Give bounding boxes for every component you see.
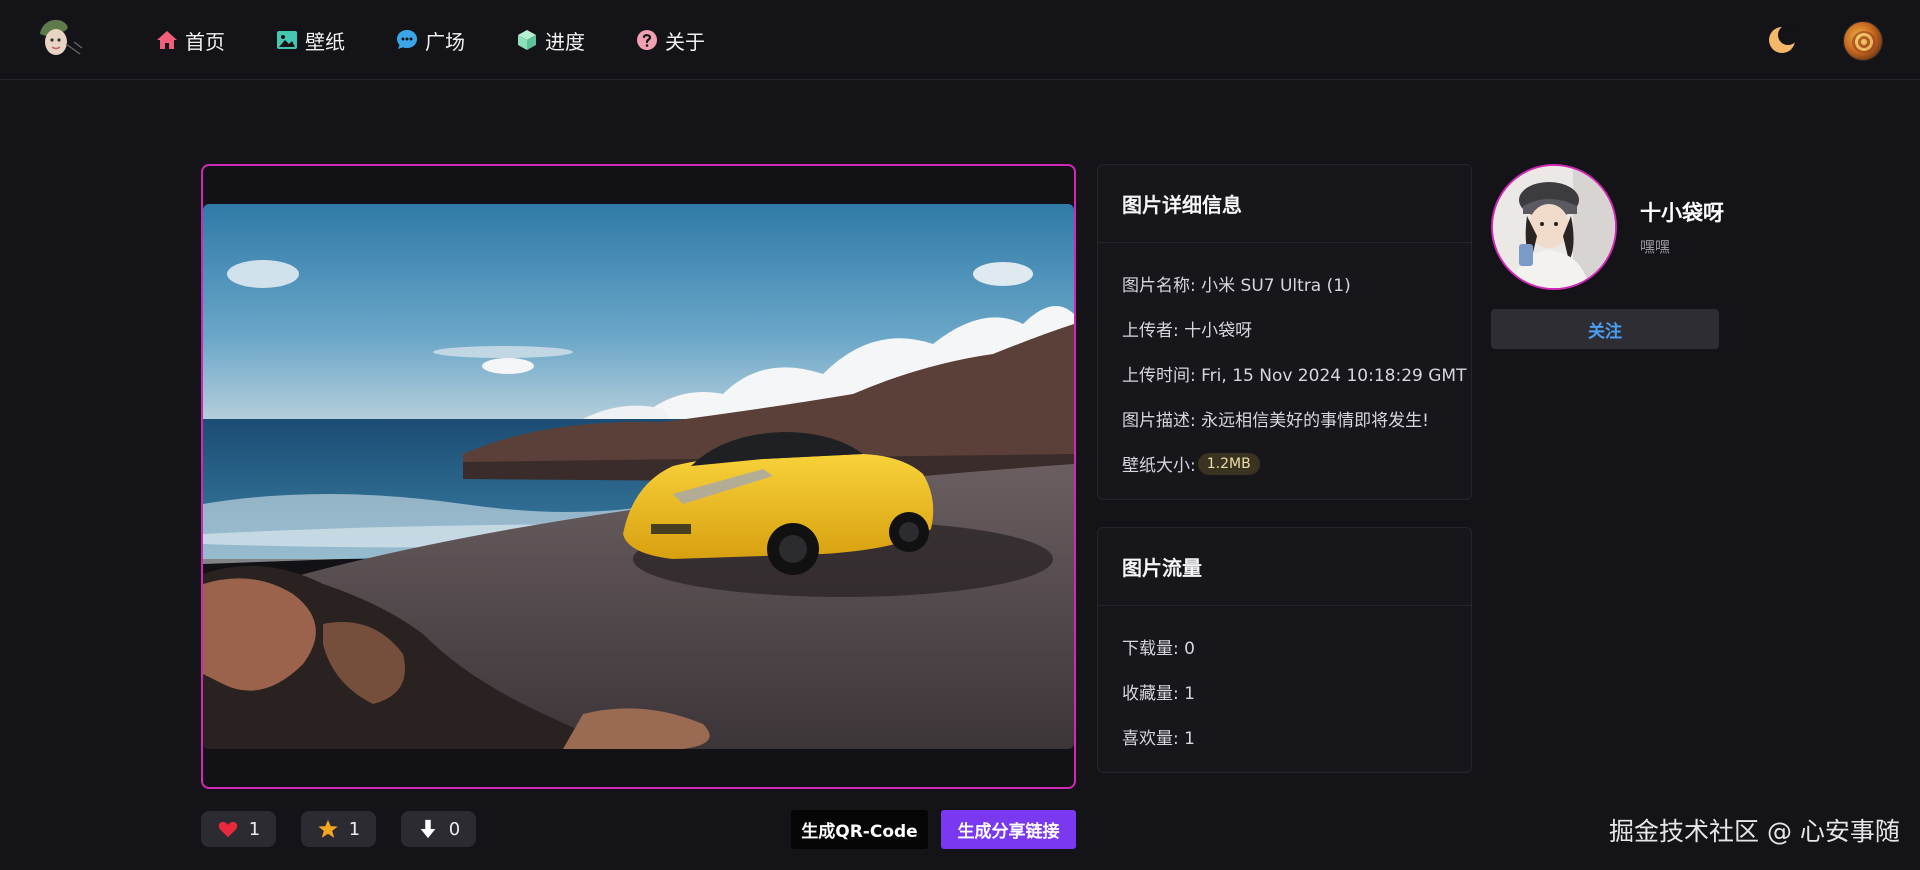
nav-item-about[interactable]: 关于 (635, 20, 705, 60)
theme-toggle-button[interactable] (1767, 25, 1798, 55)
user-avatar[interactable] (1843, 21, 1883, 61)
file-size-label: 壁纸大小: (1122, 456, 1196, 476)
nav-item-square[interactable]: 广场 (395, 20, 465, 60)
wallpaper-image[interactable] (203, 204, 1074, 749)
like-count: 1 (248, 818, 261, 840)
description-row: 图片描述: 永远相信美好的事情即将发生! (1122, 411, 1429, 431)
favorite-count: 1 (348, 818, 361, 840)
uploader-bio: 嘿嘿 (1640, 238, 1671, 256)
nav-item-label: 关于 (665, 29, 705, 54)
moon-icon (1769, 25, 1798, 53)
arrow-down-icon (417, 818, 439, 840)
generate-qr-code-button[interactable]: 生成QR-Code (791, 810, 928, 849)
image-details-card: 图片详细信息 图片名称: 小米 SU7 Ultra (1) 上传者: 十小袋呀 … (1097, 164, 1472, 500)
download-count: 0 (448, 818, 461, 840)
image-traffic-card: 图片流量 下载量: 0 收藏量: 1 喜欢量: 1 (1097, 527, 1472, 773)
file-size-row: 壁纸大小: 1.2MB (1122, 441, 1447, 486)
mushroom-logo-icon (40, 19, 83, 55)
uploader-avatar[interactable] (1491, 164, 1617, 290)
cube-icon (515, 28, 539, 52)
nav-item-wallpaper[interactable]: 壁纸 (275, 20, 345, 60)
favorite-count-row: 收藏量: 1 (1122, 684, 1195, 704)
nav-item-label: 进度 (545, 29, 585, 54)
image-name-row: 图片名称: 小米 SU7 Ultra (1) (1122, 276, 1351, 296)
favorite-button[interactable]: 1 (301, 811, 376, 847)
wallpaper-preview-frame (201, 164, 1076, 789)
site-logo[interactable] (36, 14, 90, 62)
download-button[interactable]: 0 (401, 811, 476, 847)
nav-item-label: 首页 (185, 29, 225, 54)
download-count-row: 下载量: 0 (1122, 639, 1195, 659)
image-icon (275, 28, 299, 52)
generate-share-link-button[interactable]: 生成分享链接 (941, 810, 1076, 849)
chat-icon (395, 28, 419, 52)
heart-icon (217, 818, 239, 840)
nav-item-label: 广场 (425, 29, 465, 54)
upload-time-row: 上传时间: Fri, 15 Nov 2024 10:18:29 GMT (1122, 366, 1467, 386)
uploader-name[interactable]: 十小袋呀 (1640, 197, 1724, 227)
uploader-row: 上传者: 十小袋呀 (1122, 321, 1253, 341)
top-navigation-bar: 首页 壁纸 广场 进度 关于 (0, 0, 1920, 80)
card-title: 图片流量 (1098, 528, 1471, 606)
file-size-badge: 1.2MB (1197, 452, 1260, 475)
question-icon (635, 28, 659, 52)
card-title: 图片详细信息 (1098, 165, 1471, 243)
like-button[interactable]: 1 (201, 811, 276, 847)
home-icon (155, 28, 179, 52)
follow-button[interactable]: 关注 (1491, 309, 1719, 349)
watermark-text: 掘金技术社区 @ 心安事随 (1609, 817, 1900, 846)
nav-item-home[interactable]: 首页 (155, 20, 225, 60)
nav-item-progress[interactable]: 进度 (515, 20, 585, 60)
nav-item-label: 壁纸 (305, 29, 345, 54)
like-count-row: 喜欢量: 1 (1122, 729, 1195, 749)
star-icon (317, 818, 339, 840)
main-nav: 首页 壁纸 广场 进度 关于 (155, 0, 755, 80)
